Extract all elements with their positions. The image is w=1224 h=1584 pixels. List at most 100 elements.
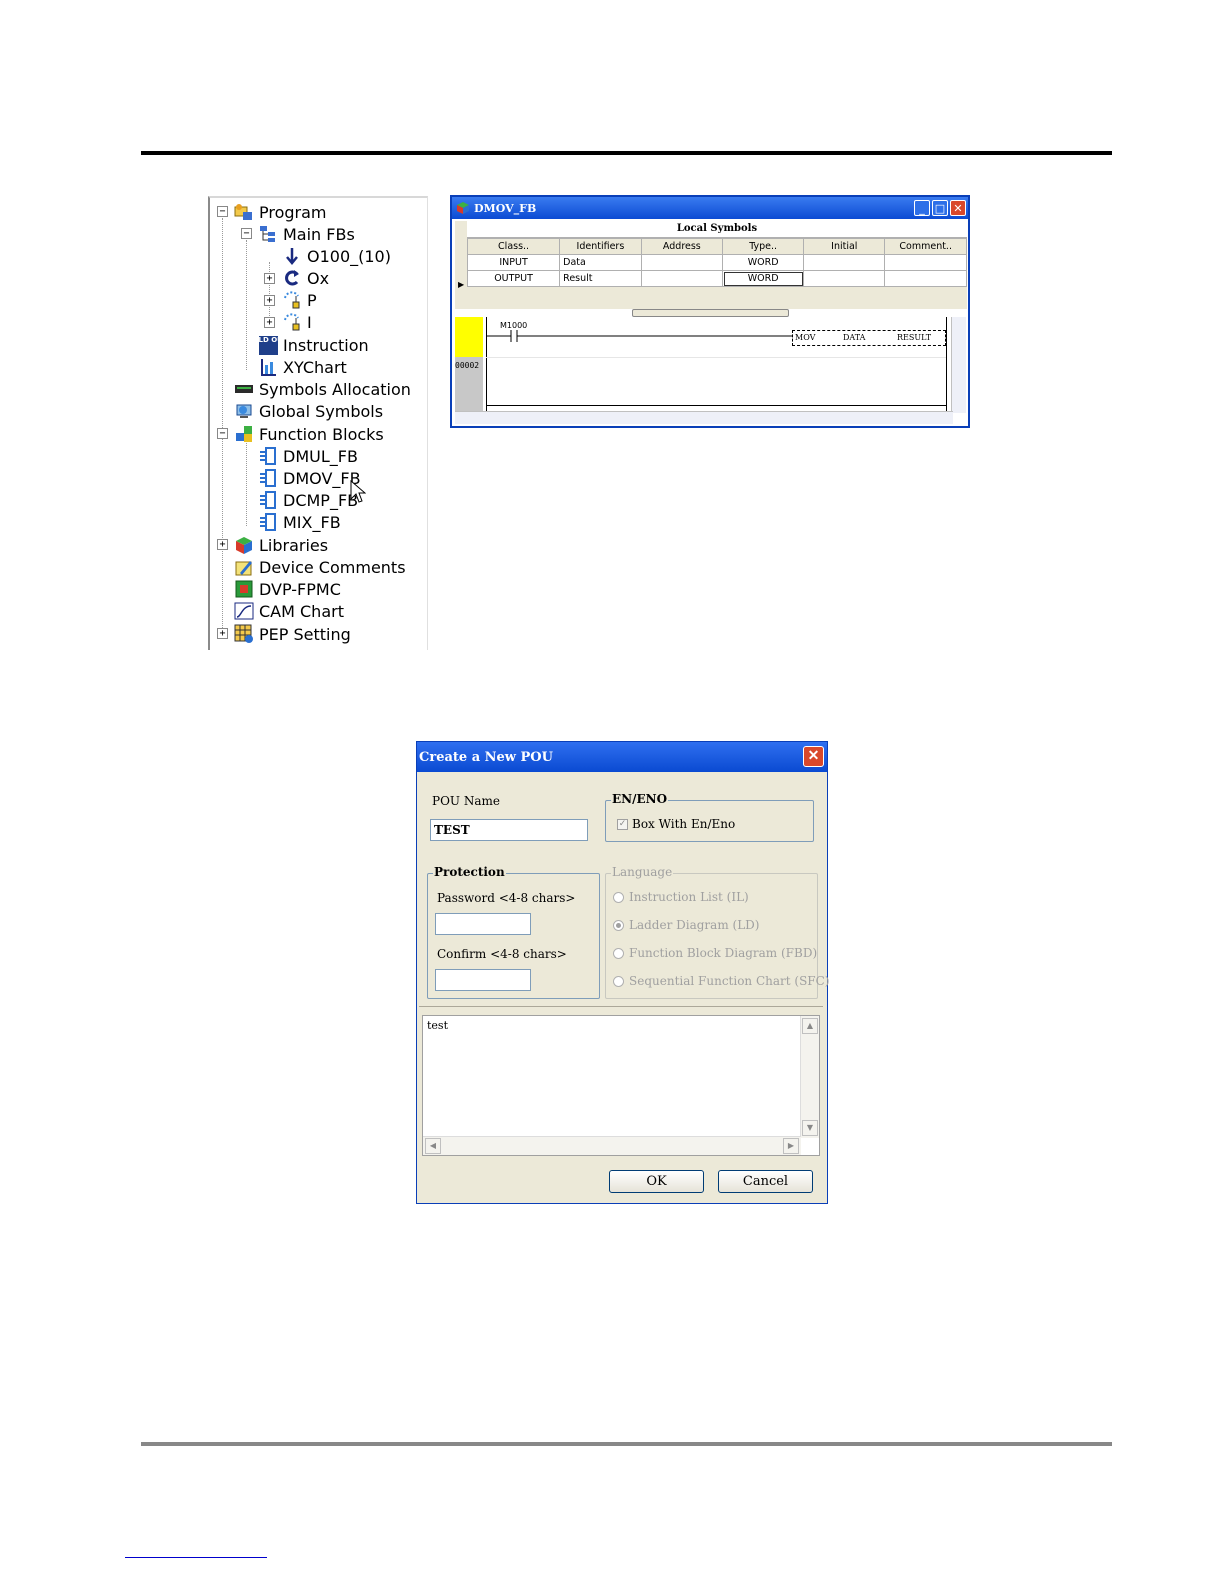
radio-sfc[interactable] xyxy=(613,976,624,987)
minimize-button[interactable]: _ xyxy=(914,200,930,216)
tree-item-label: O100_(10) xyxy=(307,246,391,266)
column-header[interactable]: Address xyxy=(640,238,724,255)
table-cell[interactable] xyxy=(640,254,724,271)
pou-name-label: POU Name xyxy=(432,794,500,808)
radio-il[interactable] xyxy=(613,892,624,903)
local-symbols-table[interactable]: Class.. Identifiers Address Type.. Initi… xyxy=(466,238,967,287)
tree-item-symbols-allocation[interactable]: Symbols Allocation xyxy=(234,378,411,400)
tree-item-p[interactable]: P xyxy=(282,289,317,311)
confirm-input[interactable] xyxy=(435,969,531,991)
column-header[interactable]: Comment.. xyxy=(884,238,967,255)
table-cell[interactable]: INPUT xyxy=(466,254,561,271)
table-cell[interactable] xyxy=(884,270,967,287)
tree-item-dcmp-fb[interactable]: DCMP_FB xyxy=(258,489,358,511)
top-rule xyxy=(141,151,1112,155)
splitter-handle[interactable] xyxy=(632,309,789,317)
scroll-left-icon[interactable]: ◀ xyxy=(425,1138,441,1154)
comment-vertical-scrollbar[interactable]: ▲ ▼ xyxy=(800,1016,819,1138)
box-with-en-eno-checkbox[interactable]: ✓ xyxy=(617,819,628,830)
table-cell[interactable] xyxy=(803,270,886,287)
collapse-function-blocks-icon[interactable]: − xyxy=(217,428,228,439)
tree-item-cam-chart[interactable]: CAM Chart xyxy=(234,600,344,622)
i-task-icon xyxy=(282,312,302,332)
table-cell-selected[interactable]: WORD xyxy=(722,270,805,287)
close-button[interactable]: ✕ xyxy=(950,200,966,216)
cancel-button[interactable]: Cancel xyxy=(718,1170,813,1193)
tree-item-main-fbs[interactable]: Main FBs xyxy=(258,223,355,245)
tree-item-ox[interactable]: Ox xyxy=(282,267,329,289)
expand-pep-setting-icon[interactable]: + xyxy=(217,628,228,639)
row-pointer-icon: ▶ xyxy=(458,280,465,289)
table-cell[interactable] xyxy=(884,254,967,271)
tree-item-dmul-fb[interactable]: DMUL_FB xyxy=(258,445,358,467)
scroll-down-icon[interactable]: ▼ xyxy=(802,1120,818,1136)
tree-item-i[interactable]: I xyxy=(282,311,312,333)
tree-item-program[interactable]: Program xyxy=(234,201,327,223)
table-cell[interactable]: Data xyxy=(559,254,642,271)
table-row[interactable]: OUTPUT Result WORD xyxy=(466,270,967,287)
device-comments-icon xyxy=(234,557,254,577)
language-option-fbd: Function Block Diagram (FBD) xyxy=(629,946,818,960)
table-cell[interactable] xyxy=(803,254,886,271)
ladder-vertical-scrollbar[interactable] xyxy=(951,317,966,413)
tree-item-instruction[interactable]: LD OUT Instruction xyxy=(258,334,369,356)
cycle-icon xyxy=(282,268,302,288)
local-symbols-panel: Local Symbols Class.. Identifiers Addres… xyxy=(455,221,967,309)
table-cell[interactable]: OUTPUT xyxy=(466,270,561,287)
tree-item-dvp-fpmc[interactable]: DVP-FPMC xyxy=(234,578,341,600)
tree-item-mix-fb[interactable]: MIX_FB xyxy=(258,511,341,533)
column-header[interactable]: Initial xyxy=(803,238,886,255)
column-header[interactable]: Identifiers xyxy=(559,238,642,255)
table-header-row: Class.. Identifiers Address Type.. Initi… xyxy=(466,238,967,255)
radio-ld[interactable] xyxy=(613,920,624,931)
scroll-right-icon[interactable]: ▶ xyxy=(783,1138,799,1154)
column-header[interactable]: Type.. xyxy=(722,238,805,255)
pou-name-input[interactable]: TEST xyxy=(430,819,588,841)
dvp-fpmc-icon xyxy=(234,579,254,599)
pep-setting-icon xyxy=(234,624,254,644)
expand-libraries-icon[interactable]: + xyxy=(217,539,228,550)
ld-out-icon: LD OUT xyxy=(258,335,288,355)
language-group-label: Language xyxy=(611,865,674,879)
comment-textarea[interactable]: test ▲ ▼ ◀ ▶ xyxy=(422,1015,820,1156)
collapse-main-fbs-icon[interactable]: − xyxy=(241,228,252,239)
p-task-icon xyxy=(282,290,302,310)
tree-item-device-comments[interactable]: Device Comments xyxy=(234,556,406,578)
expand-i-icon[interactable]: + xyxy=(264,317,275,328)
dialog-close-button[interactable]: ✕ xyxy=(803,746,824,767)
maximize-button[interactable]: □ xyxy=(932,200,948,216)
tree-item-dmov-fb[interactable]: DMOV_FB xyxy=(258,467,361,489)
tree-item-libraries[interactable]: Libraries xyxy=(234,534,328,556)
password-input[interactable] xyxy=(435,913,531,935)
tree-item-label: PEP Setting xyxy=(259,624,351,644)
tree-item-pep-setting[interactable]: PEP Setting xyxy=(234,623,351,645)
table-cell[interactable] xyxy=(640,270,724,287)
collapse-program-icon[interactable]: − xyxy=(217,206,228,217)
language-option-sfc: Sequential Function Chart (SFC) xyxy=(629,974,830,988)
tree-item-function-blocks[interactable]: Function Blocks xyxy=(234,423,384,445)
project-tree[interactable]: − − + + + − + + Program Main FBs O100_(1… xyxy=(208,196,428,650)
tree-item-global-symbols[interactable]: Global Symbols xyxy=(234,400,383,422)
expand-p-icon[interactable]: + xyxy=(264,295,275,306)
comment-horizontal-scrollbar[interactable]: ◀ ▶ xyxy=(423,1136,801,1155)
tree-item-label: Device Comments xyxy=(259,557,406,577)
ladder-editor[interactable]: 00002 M1000 MOV DATA RESULT xyxy=(455,317,950,411)
table-cell[interactable]: Result xyxy=(559,270,642,287)
ladder-horizontal-scrollbar[interactable] xyxy=(455,411,953,424)
tree-item-label: Instruction xyxy=(283,335,369,355)
table-cell[interactable]: WORD xyxy=(722,254,805,271)
tree-item-xychart[interactable]: XYChart xyxy=(258,356,347,378)
column-header[interactable]: Class.. xyxy=(466,238,561,255)
dmov-fb-window[interactable]: DMOV_FB _ □ ✕ Local Symbols Class.. Iden… xyxy=(450,195,970,428)
radio-fbd[interactable] xyxy=(613,948,624,959)
scroll-up-icon[interactable]: ▲ xyxy=(802,1018,818,1034)
table-row[interactable]: INPUT Data WORD xyxy=(466,254,967,271)
create-pou-dialog[interactable]: Create a New POU ✕ POU Name TEST EN/ENO … xyxy=(416,741,830,1204)
dialog-title-bar[interactable]: Create a New POU ✕ xyxy=(417,742,827,772)
mov-instruction-box[interactable]: MOV DATA RESULT xyxy=(792,330,946,346)
tree-item-o100[interactable]: O100_(10) xyxy=(282,245,391,267)
expand-ox-icon[interactable]: + xyxy=(264,273,275,284)
rung-separator xyxy=(486,357,946,358)
window-title-bar[interactable]: DMOV_FB xyxy=(452,197,968,219)
ok-button[interactable]: OK xyxy=(609,1170,704,1193)
